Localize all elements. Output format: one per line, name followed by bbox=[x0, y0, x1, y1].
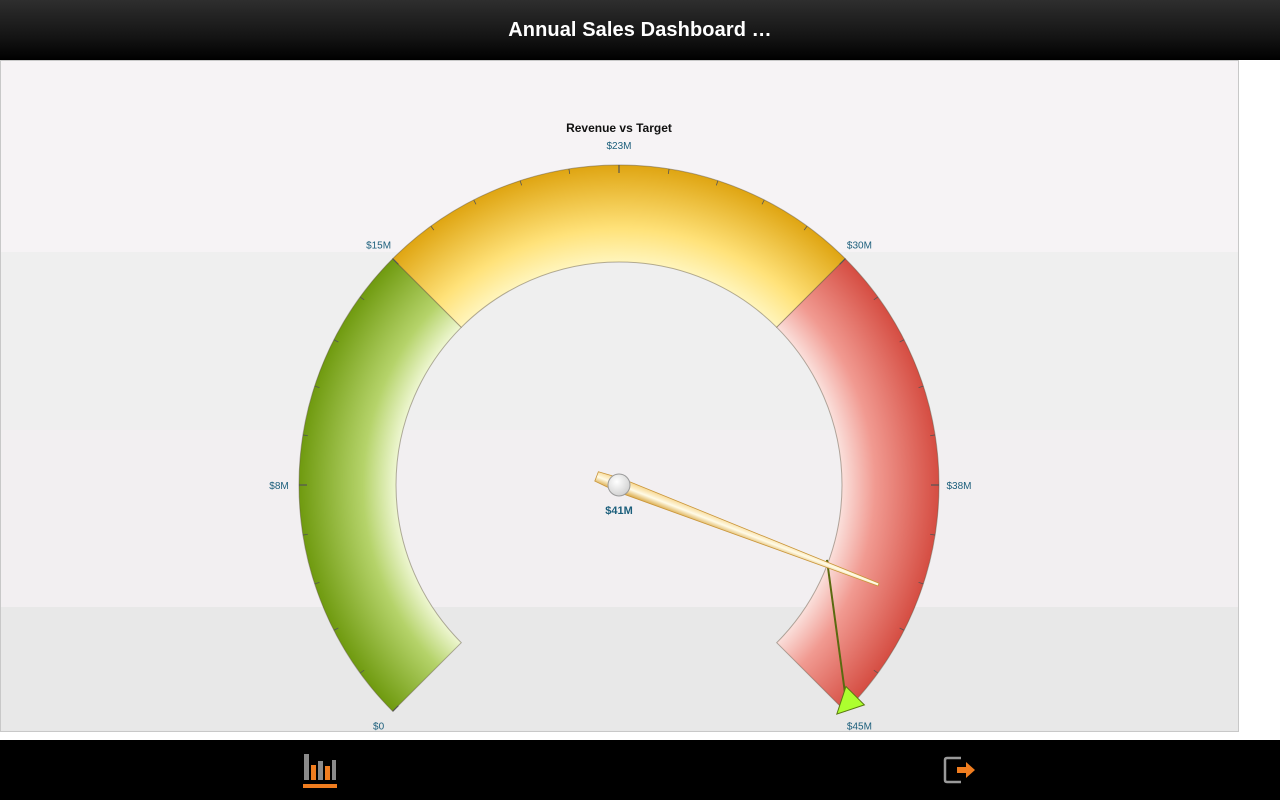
gauge-band-high bbox=[775, 258, 940, 712]
gauge-value-label: $41M bbox=[605, 505, 633, 517]
tick-label: $45M bbox=[847, 721, 872, 732]
tick-label: $23M bbox=[606, 141, 631, 152]
exit-tab-button[interactable] bbox=[920, 740, 1000, 800]
gauge-svg: $0 $8M $15M $23M $30M $38M $45M Revenue vs Tar… bbox=[269, 121, 971, 732]
needle-pivot bbox=[607, 473, 631, 497]
dashboard-tab-button[interactable] bbox=[280, 740, 360, 800]
tick-label: $0 bbox=[373, 721, 385, 732]
tick-label: $30M bbox=[847, 241, 872, 252]
chart-title: Revenue vs Target bbox=[566, 121, 672, 135]
tick-label: $8M bbox=[269, 481, 288, 492]
exit-icon bbox=[943, 756, 975, 784]
tick-label: $38M bbox=[946, 481, 971, 492]
tick-label: $15M bbox=[366, 241, 391, 252]
bar-chart-icon bbox=[303, 754, 337, 788]
gauge-chart-panel: $0 $8M $15M $23M $30M $38M $45M Revenue vs Tar… bbox=[0, 60, 1239, 732]
gauge-band-low bbox=[298, 258, 463, 712]
bottom-nav bbox=[0, 740, 1280, 800]
title-bar: Annual Sales Dashboard … bbox=[0, 0, 1280, 60]
gauge-band-mid bbox=[392, 164, 846, 329]
page-title: Annual Sales Dashboard … bbox=[508, 18, 772, 41]
